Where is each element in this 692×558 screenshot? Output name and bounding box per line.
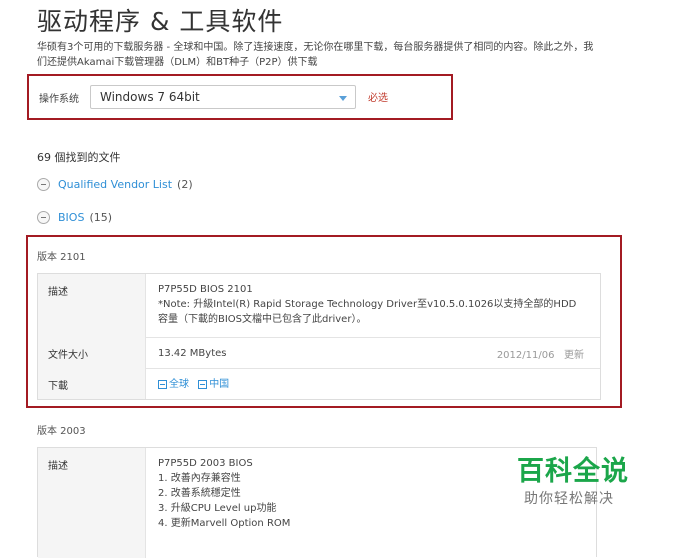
updated-label: 更新 <box>564 350 584 361</box>
version-label: 版本 2003 <box>37 426 86 437</box>
category-link[interactable]: BIOS <box>58 211 84 224</box>
table-row: 文件大小 13.42 MBytes 2012/11/06 更新 <box>38 337 600 369</box>
desc-line: P7P55D BIOS 2101 <box>158 284 253 295</box>
desc-line: 4. 更新Marvell Option ROM <box>158 518 291 529</box>
version-2101-highlight: 版本 2101 描述 P7P55D BIOS 2101 *Note: 升級Int… <box>26 235 622 408</box>
intro-text: 华硕有3个可用的下载服务器 - 全球和中国。除了连接速度，无论你在哪里下载，每台… <box>37 42 594 68</box>
category-count: (2) <box>177 178 193 191</box>
results-count: 69 個找到的文件 <box>37 151 121 164</box>
table-row: 描述 P7P55D BIOS 2101 *Note: 升級Intel(R) Ra… <box>38 274 600 338</box>
category-bios[interactable]: BIOS (15) <box>37 211 112 224</box>
os-select-value: Windows 7 64bit <box>100 90 200 104</box>
download-links: 全球 中国 <box>158 377 590 394</box>
os-filter-highlight: 操作系统 Windows 7 64bit 必选 <box>27 74 453 120</box>
save-icon <box>198 380 208 389</box>
required-label: 必选 <box>368 93 388 104</box>
collapse-icon[interactable] <box>37 178 50 191</box>
collapse-icon[interactable] <box>37 211 50 224</box>
desc-header: 描述 <box>48 461 68 472</box>
watermark-title: 百科全说 <box>517 456 629 487</box>
table-row: 描述 P7P55D 2003 BIOS 1. 改善內存兼容性 2. 改善系統穩定… <box>38 448 596 558</box>
size-header: 文件大小 <box>48 350 88 361</box>
date-value: 2012/11/06 <box>496 350 555 361</box>
desc-line: 容量（下載的BIOS文檔中已包含了此driver）。 <box>158 314 367 325</box>
download-header: 下載 <box>48 381 68 392</box>
version-table: 描述 P7P55D BIOS 2101 *Note: 升級Intel(R) Ra… <box>37 273 601 400</box>
os-label: 操作系统 <box>39 94 79 105</box>
chevron-down-icon <box>339 96 347 101</box>
os-select[interactable]: Windows 7 64bit <box>90 85 356 109</box>
desc-line: *Note: 升級Intel(R) Rapid Storage Technolo… <box>158 299 577 310</box>
table-row: 下載 全球 中国 <box>38 368 600 399</box>
desc-line: 2. 改善系統穩定性 <box>158 488 241 499</box>
page-title: 驱动程序 & 工具软件 <box>37 7 284 36</box>
desc-header: 描述 <box>48 287 68 298</box>
save-icon <box>158 380 167 389</box>
category-link[interactable]: Qualified Vendor List <box>58 178 172 191</box>
category-qvl[interactable]: Qualified Vendor List (2) <box>37 178 193 191</box>
download-global-link[interactable]: 全球 <box>158 377 189 392</box>
update-date: 2012/11/06 更新 <box>497 346 584 361</box>
description: P7P55D BIOS 2101 *Note: 升級Intel(R) Rapid… <box>158 282 590 327</box>
desc-line: 3. 升級CPU Level up功能 <box>158 503 277 514</box>
version-label: 版本 2101 <box>37 252 86 263</box>
download-china-link[interactable]: 中国 <box>198 377 229 392</box>
watermark-subtitle: 助你轻松解决 <box>524 491 614 507</box>
category-count: (15) <box>89 211 113 224</box>
